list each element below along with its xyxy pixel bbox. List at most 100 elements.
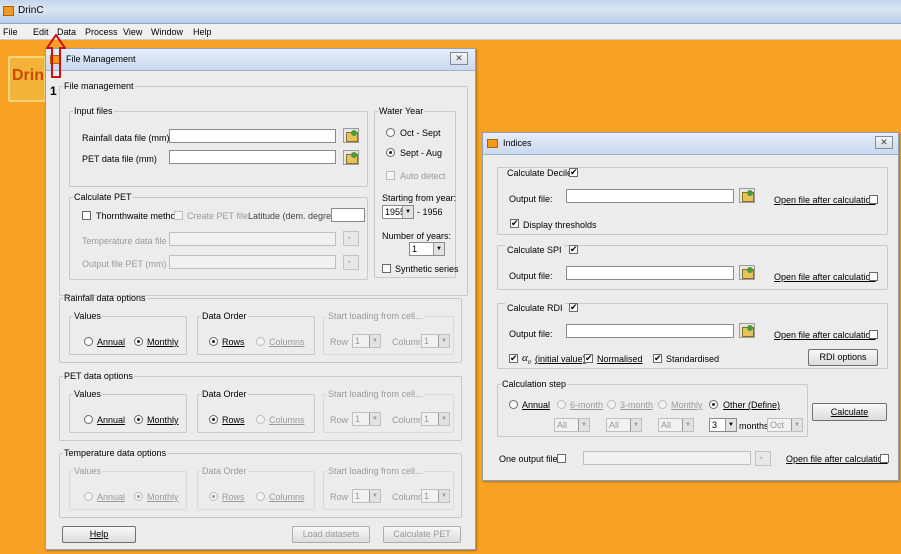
calculate-pet-button[interactable]: Calculate PET [383, 526, 461, 543]
three-month-all-select[interactable]: All ▼ [658, 418, 694, 432]
pet-row-select[interactable]: 1 ▼ [352, 412, 381, 426]
pet-row-label: Row [330, 415, 349, 425]
rainfall-rows-radio[interactable] [209, 337, 218, 346]
temperature-order-group: Data Order [197, 466, 315, 510]
load-datasets-button[interactable]: Load datasets [292, 526, 370, 543]
output-pet-browse-icon[interactable]: ▪ [343, 255, 359, 270]
deciles-output-field[interactable] [566, 189, 734, 203]
menu-window[interactable]: Window [151, 27, 183, 37]
sept-aug-radio[interactable] [386, 148, 395, 157]
indices-title-bar: Indices ✕ [483, 133, 898, 155]
months-select[interactable]: 3 ▼ [709, 418, 737, 432]
temperature-rows-label: Rows [222, 492, 245, 502]
calculate-button[interactable]: Calculate [812, 403, 887, 421]
start-month-select[interactable]: Oct ▼ [767, 418, 803, 432]
rainfall-file-field[interactable] [169, 129, 336, 143]
temperature-monthly-radio[interactable] [134, 492, 143, 501]
spi-browse-icon[interactable] [739, 265, 755, 280]
menu-file[interactable]: File [3, 27, 18, 37]
step-other-radio[interactable] [709, 400, 718, 409]
rainfall-column-select[interactable]: 1 ▼ [421, 334, 450, 348]
rdi-open-after-checkbox[interactable] [869, 330, 878, 339]
num-years-select[interactable]: 1 ▼ [409, 242, 445, 256]
rdi-options-button[interactable]: RDI options [808, 349, 878, 366]
rainfall-row-select[interactable]: 1 ▼ [352, 334, 381, 348]
one-output-field[interactable] [583, 451, 751, 465]
output-pet-field[interactable] [169, 255, 336, 269]
start-year-select[interactable]: 1955 ▼ [382, 205, 414, 219]
create-pet-checkbox[interactable] [174, 211, 183, 220]
pet-column-label: Column [392, 415, 424, 425]
synthetic-checkbox[interactable] [382, 264, 391, 273]
rdi-output-field[interactable] [566, 324, 734, 338]
deciles-browse-icon[interactable] [739, 188, 755, 203]
temperature-columns-radio[interactable] [256, 492, 265, 501]
rdi-checkbox[interactable]: ✔ [569, 303, 578, 312]
rainfall-column-label: Column [392, 337, 424, 347]
temperature-row-label: Row [330, 492, 349, 502]
step-monthly-radio[interactable] [658, 400, 667, 409]
deciles-checkbox[interactable]: ✔ [569, 168, 578, 177]
input-files-group: Input files [69, 106, 368, 187]
deciles-open-after-checkbox[interactable] [869, 195, 878, 204]
standardised-checkbox[interactable]: ✔ [653, 354, 662, 363]
step-monthly-label: Monthly [671, 400, 703, 410]
latitude-field[interactable] [331, 208, 365, 222]
step-3month-radio[interactable] [607, 400, 616, 409]
one-output-open-checkbox[interactable] [880, 454, 889, 463]
rainfall-annual-radio[interactable] [84, 337, 93, 346]
step-annual-label: Annual [522, 400, 551, 410]
annual-all-select[interactable]: All ▼ [554, 418, 590, 432]
normalised-checkbox[interactable]: ✔ [584, 354, 593, 363]
pet-values-group: Values [69, 389, 187, 433]
pet-columns-radio[interactable] [256, 415, 265, 424]
help-button[interactable]: Help [62, 526, 136, 543]
normalised-label: Normalised [597, 354, 643, 364]
one-output-checkbox[interactable] [557, 454, 566, 463]
temperature-browse-icon[interactable]: ▪ [343, 231, 359, 246]
temperature-column-select[interactable]: 1 ▼ [421, 489, 450, 503]
step-annual-radio[interactable] [509, 400, 518, 409]
file-management-window: File Management ✕ File management Input … [45, 48, 476, 550]
auto-detect-checkbox[interactable] [386, 171, 395, 180]
pet-column-select[interactable]: 1 ▼ [421, 412, 450, 426]
rainfall-columns-radio[interactable] [256, 337, 265, 346]
temperature-annual-label: Annual [97, 492, 126, 502]
pet-annual-radio[interactable] [84, 415, 93, 424]
close-icon[interactable]: ✕ [450, 52, 468, 65]
pet-monthly-radio[interactable] [134, 415, 143, 424]
rainfall-monthly-radio[interactable] [134, 337, 143, 346]
one-output-browse-icon[interactable]: ▪ [755, 451, 771, 466]
menu-bar: File Edit Data Process View Window Help [0, 24, 901, 40]
pet-annual-label: Annual [97, 415, 126, 425]
pet-rows-radio[interactable] [209, 415, 218, 424]
pet-rows-label: Rows [222, 415, 245, 425]
close-icon[interactable]: ✕ [875, 136, 893, 149]
spi-checkbox[interactable]: ✔ [569, 245, 578, 254]
thornthwaite-checkbox[interactable] [82, 211, 91, 220]
step-6month-radio[interactable] [557, 400, 566, 409]
rainfall-rows-label: Rows [222, 337, 245, 347]
temperature-annual-radio[interactable] [84, 492, 93, 501]
spi-open-after-checkbox[interactable] [869, 272, 878, 281]
pet-browse-icon[interactable] [343, 150, 359, 165]
temperature-rows-radio[interactable] [209, 492, 218, 501]
display-thresholds-checkbox[interactable]: ✔ [510, 219, 519, 228]
rdi-browse-icon[interactable] [739, 323, 755, 338]
alpha-symbol: α0 [522, 352, 531, 367]
temperature-file-field[interactable] [169, 232, 336, 246]
alpha-checkbox[interactable]: ✔ [509, 354, 518, 363]
pet-file-field[interactable] [169, 150, 336, 164]
temperature-row-select[interactable]: 1 ▼ [352, 489, 381, 503]
menu-view[interactable]: View [123, 27, 142, 37]
rainfall-monthly-label: Monthly [147, 337, 179, 347]
spi-output-field[interactable] [566, 266, 734, 280]
one-output-open-label: Open file after calculation [786, 454, 888, 464]
pet-monthly-label: Monthly [147, 415, 179, 425]
menu-process[interactable]: Process [85, 27, 118, 37]
six-month-all-select[interactable]: All ▼ [606, 418, 642, 432]
oct-sept-radio[interactable] [386, 128, 395, 137]
menu-help[interactable]: Help [193, 27, 212, 37]
rainfall-browse-icon[interactable] [343, 128, 359, 143]
rainfall-label: Rainfall data file (mm) [82, 133, 170, 143]
